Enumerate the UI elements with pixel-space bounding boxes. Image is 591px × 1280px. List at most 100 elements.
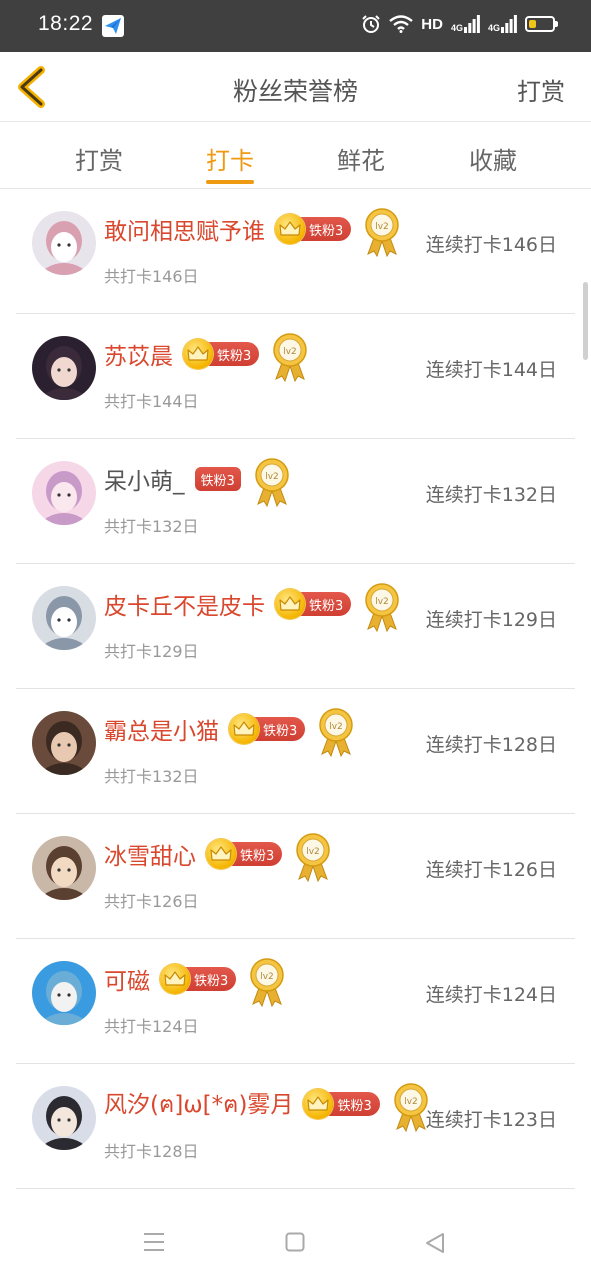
tab-checkin[interactable]: 打卡 — [206, 141, 254, 176]
user-name[interactable]: 冰雪甜心 — [104, 837, 196, 871]
crown-icon — [229, 714, 259, 744]
fan-row[interactable]: 风汐(ฅ]ω[*ฅ)雾月 铁粉3 lv2 共打卡128日 连续打卡123日 — [16, 1064, 575, 1189]
name-line: 皮卡丘不是皮卡 铁粉3 lv2 — [104, 583, 401, 632]
avatar[interactable] — [32, 336, 96, 400]
user-name[interactable]: 风汐(ฅ]ω[*ฅ)雾月 — [104, 1085, 293, 1123]
system-nav-bar — [0, 1206, 591, 1280]
fan-level-badge: 铁粉3 — [275, 589, 352, 619]
fan-level-badge: 铁粉3 — [229, 714, 306, 744]
fan-level-badge: 铁粉3 — [206, 839, 283, 869]
avatar[interactable] — [32, 836, 96, 900]
signal-2: 4G — [488, 15, 517, 33]
medal-label: lv2 — [376, 222, 390, 232]
fan-row[interactable]: 敢问相思赋予谁 铁粉3 lv2 共打卡146日 连续打卡146日 — [16, 189, 575, 314]
avatar[interactable] — [32, 461, 96, 525]
avatar[interactable] — [32, 711, 96, 775]
avatar-image — [32, 461, 96, 525]
fan-row[interactable]: 苏苡晨 铁粉3 lv2 共打卡144日 连续打卡144日 — [16, 314, 575, 439]
fan-row[interactable]: 冰雪甜心 铁粉3 lv2 共打卡126日 连续打卡126日 — [16, 814, 575, 939]
fan-level-badge: 铁粉3 — [303, 1089, 380, 1119]
avatar-image — [32, 211, 96, 275]
medal-label: lv2 — [261, 972, 275, 982]
total-checkin-text: 共打卡146日 — [104, 267, 199, 286]
fan-level-badge: 铁粉3 — [275, 214, 352, 244]
signal-icon — [463, 15, 480, 33]
total-checkin-text: 共打卡129日 — [104, 642, 199, 661]
name-line: 冰雪甜心 铁粉3 lv2 — [104, 833, 332, 882]
scrollbar[interactable] — [583, 282, 588, 360]
level-medal-icon: lv2 — [273, 333, 308, 382]
user-name[interactable]: 敢问相思赋予谁 — [104, 212, 265, 246]
avatar[interactable] — [32, 961, 96, 1025]
fan-row[interactable]: 霸总是小猫 铁粉3 lv2 共打卡132日 连续打卡128日 — [16, 689, 575, 814]
medal-label: lv2 — [307, 847, 321, 857]
tab-reward[interactable]: 打赏 — [75, 141, 123, 176]
name-line: 苏苡晨 铁粉3 lv2 — [104, 333, 309, 382]
streak-text: 连续打卡144日 — [425, 359, 557, 381]
total-checkin-text: 共打卡128日 — [104, 1142, 199, 1161]
medal-label: lv2 — [376, 597, 390, 607]
avatar-image — [32, 836, 96, 900]
tab-flowers[interactable]: 鲜花 — [337, 141, 385, 176]
streak-text: 连续打卡128日 — [425, 734, 557, 756]
fan-level-badge: 铁粉3 — [183, 339, 260, 369]
user-name[interactable]: 霸总是小猫 — [104, 712, 219, 746]
name-line: 敢问相思赋予谁 铁粉3 lv2 — [104, 208, 401, 257]
crown-icon — [160, 964, 190, 994]
network-type-label: 4G — [487, 23, 500, 33]
paper-plane-icon — [102, 15, 124, 37]
avatar-image — [32, 961, 96, 1025]
streak-text: 连续打卡123日 — [425, 1109, 557, 1131]
status-bar: 18:22 HD 4G 4G — [0, 0, 591, 52]
network-type-label: 4G — [450, 23, 463, 33]
hd-indicator: HD — [421, 15, 443, 33]
name-line: 可磁 铁粉3 lv2 — [104, 958, 286, 1007]
status-time: 18:22 — [38, 12, 94, 35]
avatar-image — [32, 1086, 96, 1150]
total-checkin-text: 共打卡132日 — [104, 517, 199, 536]
fan-row[interactable]: 皮卡丘不是皮卡 铁粉3 lv2 共打卡129日 连续打卡129日 — [16, 564, 575, 689]
streak-text: 连续打卡126日 — [425, 859, 557, 881]
page-title: 粉丝荣誉榜 — [232, 77, 358, 106]
medal-label: lv2 — [330, 722, 344, 732]
medal-label: lv2 — [265, 472, 279, 482]
avatar[interactable] — [32, 586, 96, 650]
streak-text: 连续打卡124日 — [425, 984, 557, 1006]
total-checkin-text: 共打卡144日 — [104, 392, 199, 411]
tab-bar: 打赏 打卡 鲜花 收藏 — [0, 123, 591, 189]
user-name[interactable]: 可磁 — [104, 962, 150, 996]
streak-text: 连续打卡129日 — [425, 609, 557, 631]
avatar[interactable] — [32, 1086, 96, 1150]
fan-label: 铁粉3 — [194, 467, 241, 491]
fan-row[interactable]: 可磁 铁粉3 lv2 共打卡124日 连续打卡124日 — [16, 939, 575, 1064]
battery-fill — [529, 20, 536, 28]
header: 粉丝荣誉榜 打赏 — [0, 52, 591, 122]
user-name[interactable]: 苏苡晨 — [104, 337, 173, 371]
fan-list: 敢问相思赋予谁 铁粉3 lv2 共打卡146日 连续打卡146日 苏苡晨 铁粉3 lv… — [0, 189, 591, 1189]
avatar[interactable] — [32, 211, 96, 275]
level-medal-icon: lv2 — [365, 208, 400, 257]
user-name[interactable]: 呆小萌_ — [104, 462, 185, 496]
signal-1: 4G — [451, 15, 480, 33]
wifi-icon — [389, 15, 414, 33]
fan-level-badge: 铁粉3 — [160, 964, 237, 994]
crown-icon — [275, 589, 305, 619]
battery-icon — [525, 16, 558, 32]
menu-icon[interactable] — [143, 1232, 165, 1252]
user-name[interactable]: 皮卡丘不是皮卡 — [104, 587, 265, 621]
medal-label: lv2 — [404, 1097, 418, 1107]
tab-favorites[interactable]: 收藏 — [469, 141, 517, 176]
streak-text: 连续打卡132日 — [425, 484, 557, 506]
level-medal-icon: lv2 — [319, 708, 354, 757]
reward-button[interactable]: 打赏 — [517, 72, 565, 107]
crown-icon — [183, 339, 213, 369]
home-icon[interactable] — [285, 1232, 305, 1252]
avatar-image — [32, 586, 96, 650]
total-checkin-text: 共打卡126日 — [104, 892, 199, 911]
avatar-image — [32, 336, 96, 400]
avatar-image — [32, 711, 96, 775]
level-medal-icon: lv2 — [250, 958, 285, 1007]
back-icon[interactable] — [425, 1232, 445, 1254]
fan-row[interactable]: 呆小萌_ 铁粉3 lv2 共打卡132日 连续打卡132日 — [16, 439, 575, 564]
crown-icon — [275, 214, 305, 244]
